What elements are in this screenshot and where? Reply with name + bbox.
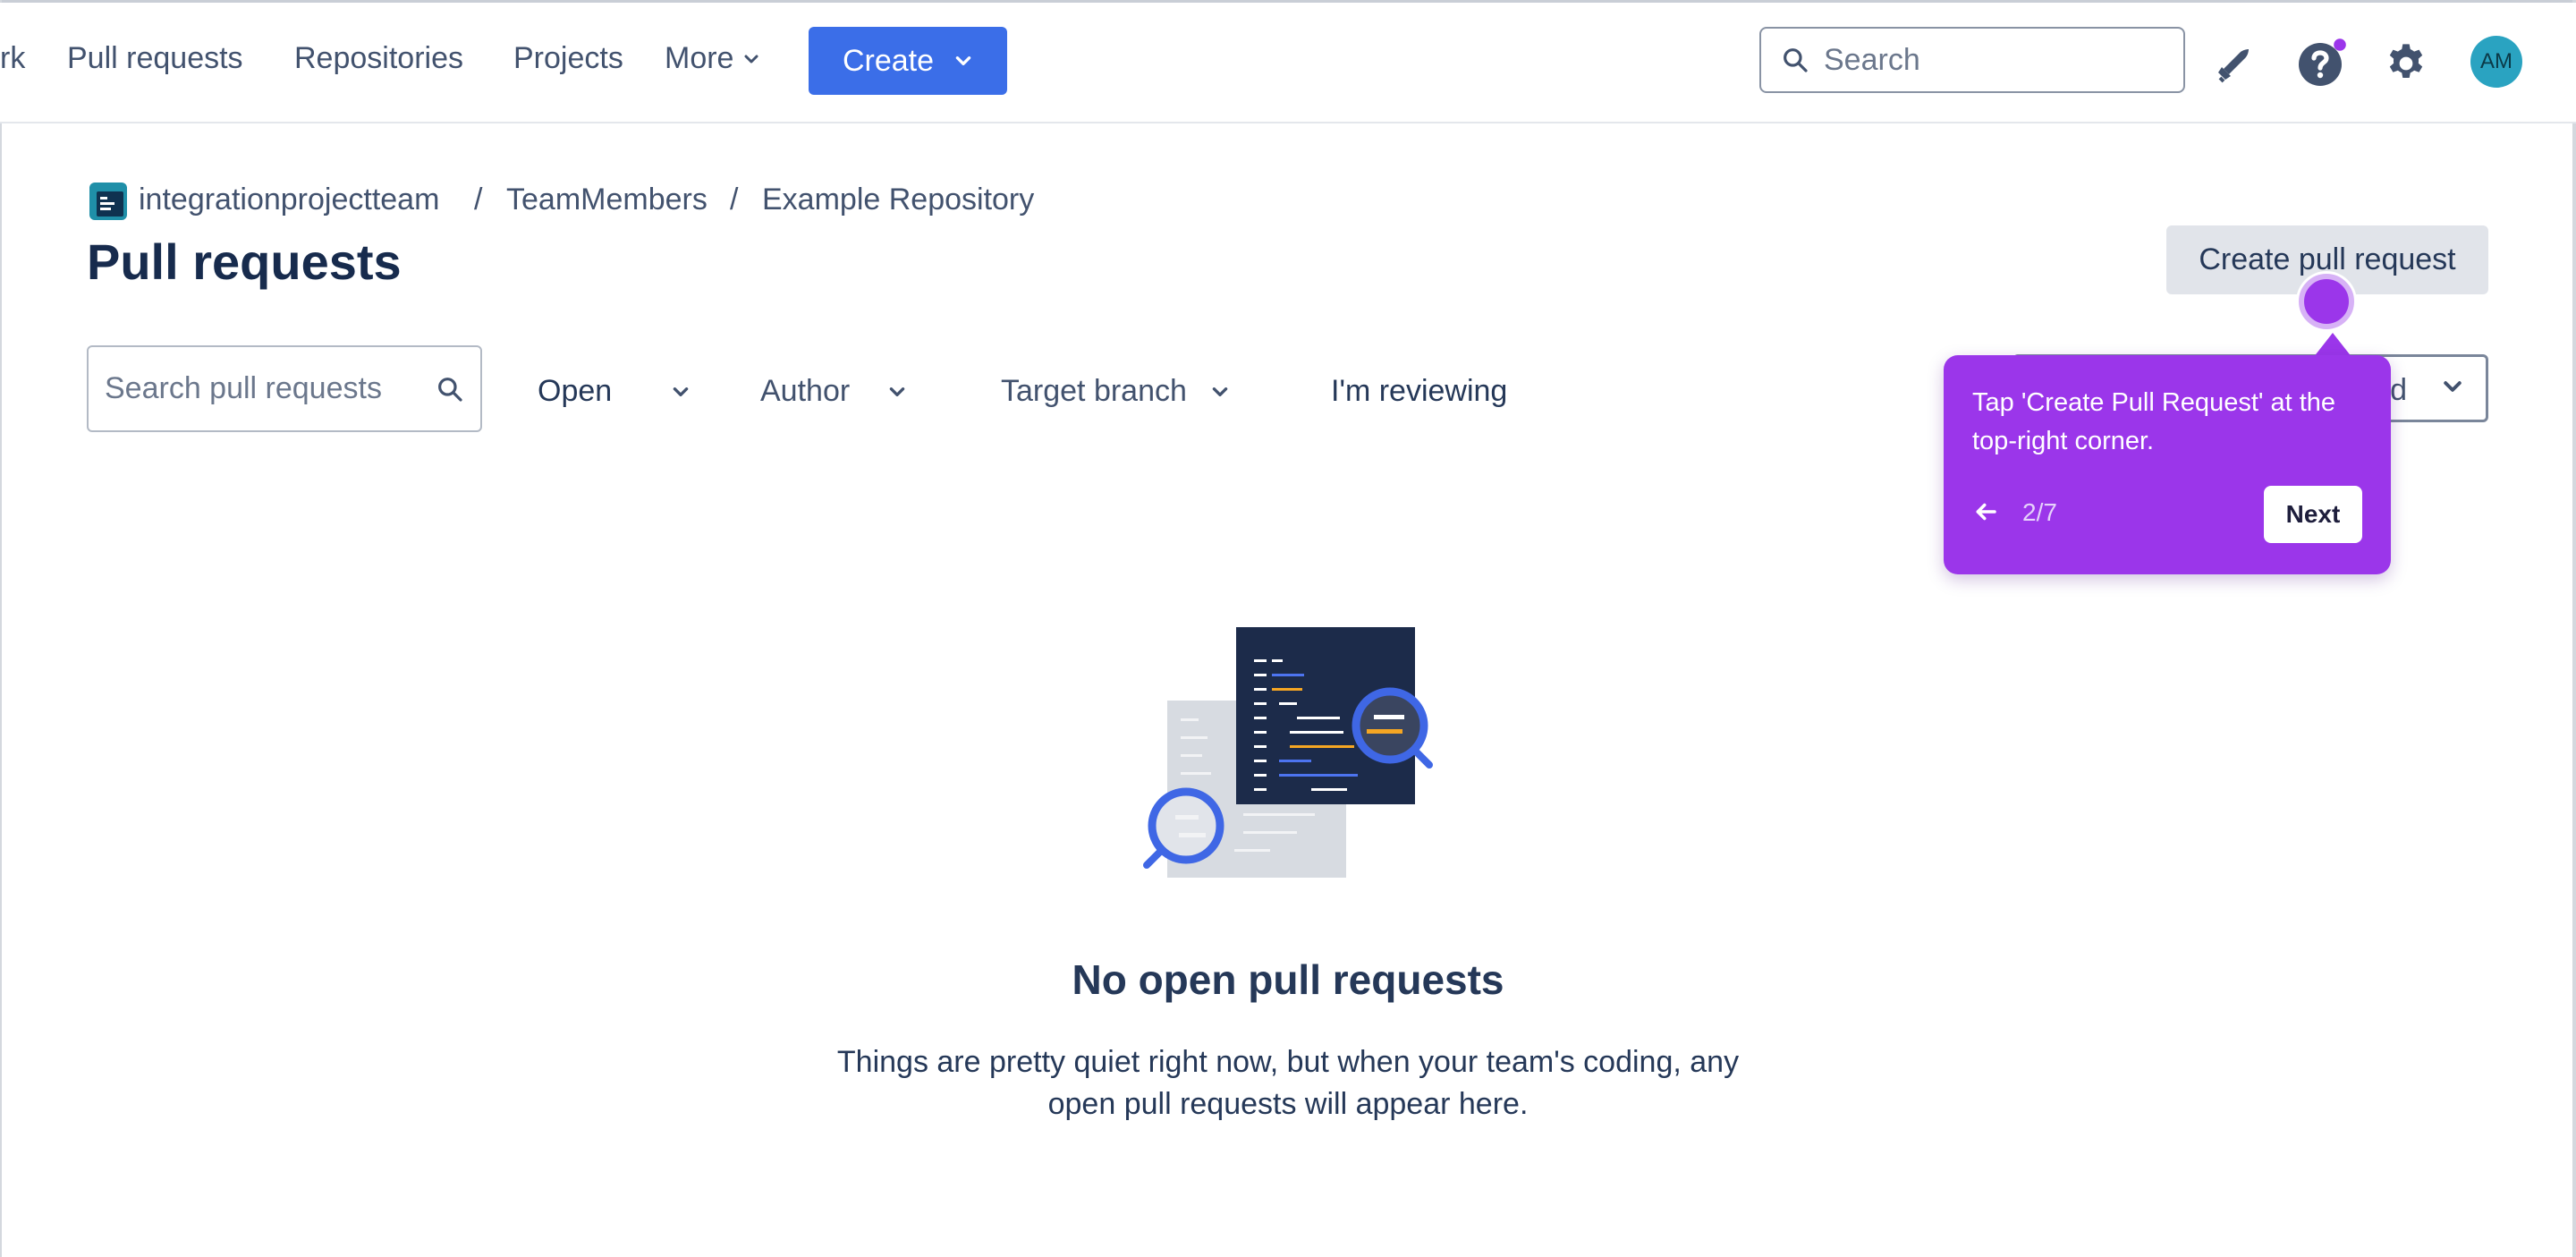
settings-gear-icon[interactable]	[2383, 40, 2429, 87]
target-branch-filter-label: Target branch	[1001, 374, 1187, 408]
status-filter-value: Open	[538, 374, 613, 408]
global-search-input[interactable]: Search	[1759, 27, 2185, 93]
nav-item-pull-requests[interactable]: Pull requests	[67, 41, 243, 76]
walkthrough-tooltip: Tap 'Create Pull Request' at the top-rig…	[1944, 355, 2391, 574]
repository-logo-icon	[89, 183, 127, 220]
create-button-label: Create	[842, 43, 935, 78]
tooltip-next-button[interactable]: Next	[2264, 486, 2362, 543]
create-pull-request-label: Create pull request	[2199, 242, 2456, 276]
nav-item-more[interactable]: More	[665, 41, 760, 76]
create-button[interactable]: Create	[809, 27, 1007, 95]
tooltip-pointer	[2313, 333, 2352, 358]
walkthrough-beacon-hotspot[interactable]	[2299, 274, 2354, 329]
pull-request-search-placeholder: Search pull requests	[105, 371, 382, 405]
hidden-dropdown-label: d	[2390, 373, 2407, 407]
chevron-down-icon	[673, 386, 689, 396]
avatar-initials: AM	[2480, 49, 2512, 73]
nav-item-repositories[interactable]: Repositories	[294, 41, 463, 76]
help-icon[interactable]	[2297, 38, 2347, 88]
top-navigation-bar: rk Pull requests Repositories Projects M…	[0, 3, 2576, 123]
empty-state-description-line1: Things are pretty quiet right now, but w…	[836, 1045, 1740, 1079]
chevron-down-icon	[1212, 386, 1228, 396]
user-avatar[interactable]: AM	[2470, 36, 2522, 88]
pull-request-search-input[interactable]: Search pull requests	[87, 345, 482, 432]
empty-state-illustration	[1143, 627, 1433, 878]
breadcrumb-separator: /	[730, 183, 739, 217]
nav-item-work-truncated[interactable]: rk	[0, 41, 25, 76]
breadcrumb-project-link[interactable]: TeamMembers	[506, 183, 708, 217]
tooltip-step-counter: 2/7	[2022, 498, 2057, 526]
chevron-down-icon	[955, 56, 971, 65]
page-title: Pull requests	[87, 234, 402, 290]
nav-item-projects[interactable]: Projects	[513, 41, 623, 76]
status-filter-dropdown[interactable]: Open	[538, 374, 691, 409]
im-reviewing-filter-toggle[interactable]: I'm reviewing	[1331, 374, 1507, 409]
tooltip-next-label: Next	[2285, 500, 2341, 528]
chevron-down-icon	[2444, 381, 2462, 392]
breadcrumb-repository-link[interactable]: Example Repository	[762, 183, 1034, 217]
author-filter-dropdown[interactable]: Author	[760, 374, 907, 409]
author-filter-label: Author	[760, 374, 851, 408]
breadcrumb-workspace-link[interactable]: integrationprojectteam	[139, 183, 439, 217]
breadcrumb-separator: /	[474, 183, 483, 217]
search-icon	[438, 377, 462, 402]
back-arrow-icon[interactable]	[1972, 498, 1999, 525]
chevron-down-icon	[744, 55, 758, 63]
target-branch-filter-dropdown[interactable]: Target branch	[1001, 374, 1230, 409]
tooltip-message: Tap 'Create Pull Request' at the top-rig…	[1972, 388, 2336, 455]
empty-state-description-line2: open pull requests will appear here.	[1047, 1087, 1529, 1121]
nav-more-label: More	[665, 41, 734, 75]
global-search-placeholder: Search	[1824, 42, 1920, 77]
notifications-icon[interactable]	[2213, 42, 2256, 85]
search-icon	[1784, 48, 1808, 72]
empty-state-title: No open pull requests	[1072, 956, 1504, 1003]
chevron-down-icon	[889, 386, 905, 396]
